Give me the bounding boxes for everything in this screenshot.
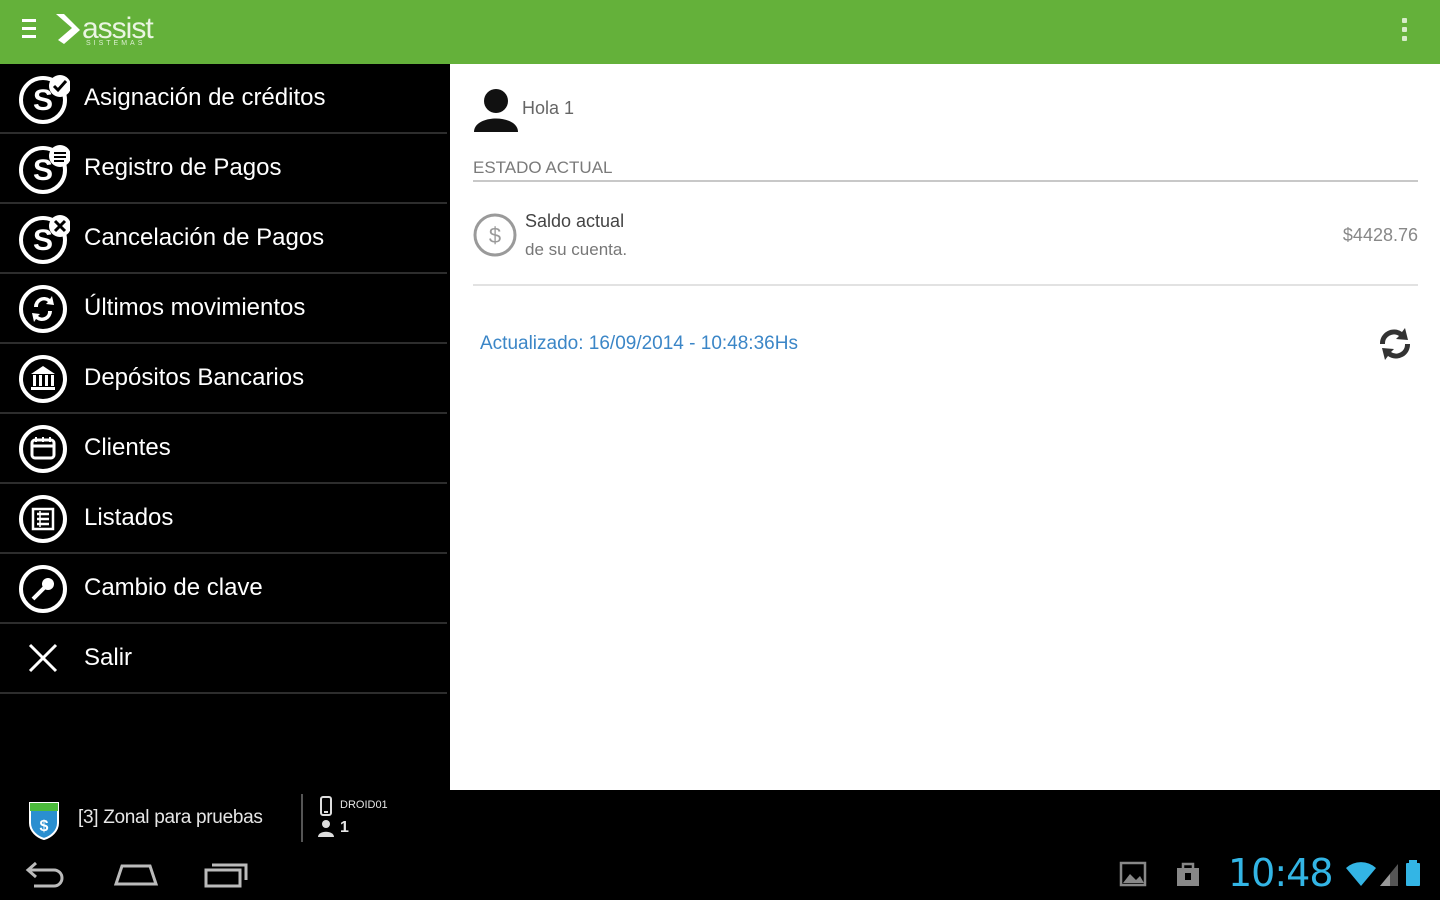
gallery-notification-icon[interactable] (1118, 860, 1148, 888)
svg-text:$: $ (489, 223, 501, 248)
dollar-icon: $ (473, 213, 517, 257)
menu-item-ultimos-movimientos[interactable]: Últimos movimientos (0, 274, 447, 344)
balance-row-divider (473, 284, 1418, 286)
menu-item-cambio-clave[interactable]: Cambio de clave (0, 554, 447, 624)
menu-item-label: Salir (84, 644, 133, 671)
status-clock: 10:48 (1228, 851, 1334, 895)
menu-item-label: Asignación de créditos (84, 84, 326, 111)
greeting-text: Hola 1 (522, 98, 575, 118)
back-icon[interactable] (24, 860, 68, 890)
section-divider (473, 180, 1418, 182)
user-icon (318, 820, 334, 837)
footer-divider (301, 794, 303, 842)
balance-subtitle: de su cuenta. (525, 240, 628, 259)
menu-item-cancelacion-pagos[interactable]: S Cancelación de Pagos (0, 204, 447, 274)
recent-apps-icon[interactable] (202, 860, 250, 890)
list-icon (19, 495, 67, 543)
refresh-icon[interactable] (1372, 322, 1418, 366)
svg-text:$: $ (40, 818, 49, 835)
bank-icon (19, 355, 67, 403)
menu-item-label: Últimos movimientos (84, 294, 306, 321)
section-title: ESTADO ACTUAL (473, 158, 613, 177)
store-notification-icon[interactable] (1174, 860, 1202, 888)
balance-title: Saldo actual (525, 211, 625, 231)
zone-label: [3] Zonal para pruebas (78, 807, 263, 828)
key-icon (19, 565, 67, 613)
payment-cancel-icon: S (19, 215, 70, 264)
balance-amount: $4428.76 (1342, 225, 1418, 245)
menu-item-label: Cambio de clave (84, 574, 263, 601)
zone-shield-icon: $ (29, 802, 59, 841)
menu-item-label: Cancelación de Pagos (84, 224, 325, 251)
menu-item-depositos-bancarios[interactable]: Depósitos Bancarios (0, 344, 447, 414)
menu-item-label: Registro de Pagos (84, 154, 282, 181)
avatar-icon (474, 89, 518, 132)
device-label: DROID01 (340, 799, 388, 811)
wifi-icon (1346, 862, 1376, 886)
logo-subtext: SISTEMAS (86, 40, 146, 47)
user-label: 1 (340, 819, 349, 836)
menu-item-clientes[interactable]: Clientes (0, 414, 447, 484)
navigation-drawer: S Asignación de créditos S Registro de P… (0, 64, 450, 790)
overflow-menu-icon[interactable] (1396, 18, 1412, 48)
payment-register-icon: S (19, 145, 70, 194)
menu-item-label: Depósitos Bancarios (84, 364, 305, 391)
signal-icon (1380, 864, 1398, 886)
action-bar: assist SISTEMAS (0, 0, 1440, 64)
menu-item-label: Listados (84, 504, 174, 531)
movements-icon (19, 285, 67, 333)
close-icon (28, 643, 58, 673)
menu-item-registro-pagos[interactable]: S Registro de Pagos (0, 134, 447, 204)
menu-item-label: Clientes (84, 434, 171, 461)
menu-item-salir[interactable]: Salir (0, 624, 447, 694)
drawer-menu-icon[interactable] (20, 19, 40, 45)
credit-assign-icon: S (19, 75, 70, 124)
menu-item-asignacion-creditos[interactable]: S Asignación de créditos (0, 64, 447, 134)
device-icon (320, 796, 332, 816)
clients-icon (19, 425, 67, 473)
home-icon[interactable] (112, 862, 160, 888)
updated-timestamp: Actualizado: 16/09/2014 - 10:48:36Hs (480, 333, 798, 354)
menu-item-listados[interactable]: Listados (0, 484, 447, 554)
battery-icon (1406, 860, 1420, 886)
